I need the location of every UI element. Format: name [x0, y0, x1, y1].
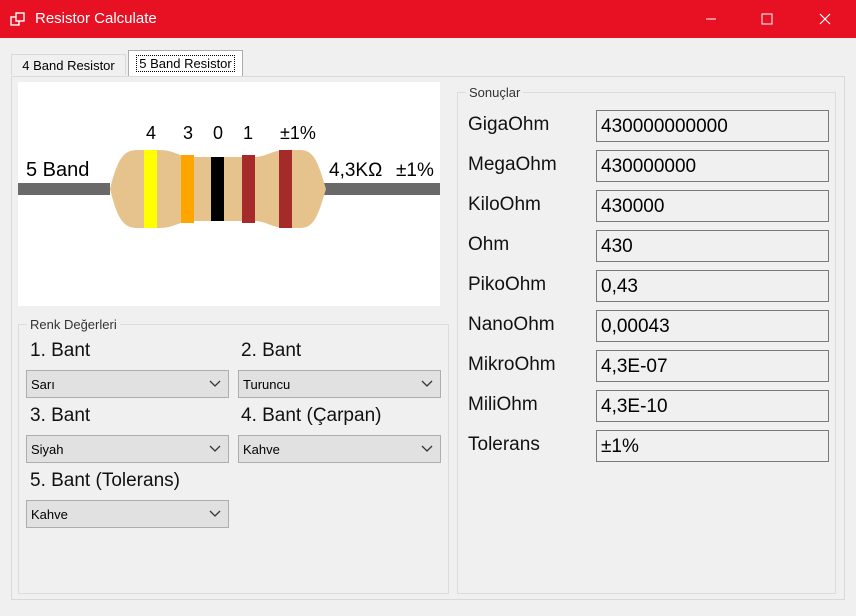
- result-field-mikroohm[interactable]: 4,3E-07: [596, 350, 829, 382]
- group-title: Renk Değerleri: [27, 317, 120, 332]
- chevron-down-icon: [209, 380, 221, 387]
- band-1-select[interactable]: Sarı: [26, 370, 229, 398]
- result-field-megaohm[interactable]: 430000000: [596, 150, 829, 182]
- tab-4-band-resistor[interactable]: 4 Band Resistor: [11, 54, 126, 75]
- window-title: Resistor Calculate: [35, 10, 157, 27]
- resistance-value-label: 4,3KΩ: [329, 160, 382, 181]
- chevron-down-icon: [209, 445, 221, 452]
- close-icon: [819, 13, 831, 25]
- band-5-select[interactable]: Kahve: [26, 500, 229, 528]
- band-4-label: 4. Bant (Çarpan): [241, 405, 382, 426]
- band-3: [211, 157, 224, 221]
- band-1-value: Sarı: [31, 377, 55, 392]
- right-lead: [324, 183, 440, 195]
- band-3-select[interactable]: Siyah: [26, 435, 229, 463]
- band-label-5: ±1%: [280, 123, 316, 143]
- app-icon: [10, 12, 25, 26]
- result-label-tolerans: Tolerans: [468, 434, 540, 455]
- maximize-icon: [761, 13, 773, 25]
- close-button[interactable]: [802, 0, 848, 38]
- result-label-megaohm: MegaOhm: [468, 154, 557, 175]
- band-3-value: Siyah: [31, 442, 64, 457]
- band-5: [279, 150, 292, 228]
- result-label-gigaohm: GigaOhm: [468, 114, 550, 135]
- tab-5-band-resistor[interactable]: 5 Band Resistor: [128, 50, 243, 76]
- result-label-ohm: Ohm: [468, 234, 510, 255]
- result-label-miliohm: MiliOhm: [468, 394, 538, 415]
- tolerance-value-label: ±1%: [396, 160, 434, 181]
- chevron-down-icon: [421, 380, 433, 387]
- result-field-pikoohm[interactable]: 0,43: [596, 270, 829, 302]
- result-field-tolerans[interactable]: ±1%: [596, 430, 829, 462]
- tab-label: 4 Band Resistor: [22, 57, 115, 73]
- band-4-select[interactable]: Kahve: [238, 435, 441, 463]
- left-lead: [18, 183, 110, 195]
- band-1: [144, 150, 157, 228]
- tab-label: 5 Band Resistor: [136, 55, 235, 72]
- result-label-pikoohm: PikoOhm: [468, 274, 547, 295]
- result-field-nanoohm[interactable]: 0,00043: [596, 310, 829, 342]
- resistor-diagram: 4 3 0 1 ±1% 5 Band 4,3KΩ ±1%: [18, 82, 440, 306]
- result-field-gigaohm[interactable]: 430000000000: [596, 110, 829, 142]
- band-label-2: 3: [183, 123, 193, 143]
- minimize-button[interactable]: [688, 0, 734, 38]
- result-label-kiloohm: KiloOhm: [468, 194, 541, 215]
- band-label-3: 0: [213, 123, 223, 143]
- group-title: Sonuçlar: [466, 85, 524, 100]
- band-4-value: Kahve: [243, 442, 280, 457]
- band-5-label: 5. Bant (Tolerans): [30, 470, 180, 491]
- resistor-drawing: 4 3 0 1 ±1% 5 Band 4,3KΩ ±1%: [18, 123, 440, 228]
- band-label-1: 4: [146, 123, 156, 143]
- result-field-miliohm[interactable]: 4,3E-10: [596, 390, 829, 422]
- band-2-label: 2. Bant: [241, 340, 302, 361]
- band-2: [181, 155, 194, 223]
- result-field-ohm[interactable]: 430: [596, 230, 829, 262]
- band-1-label: 1. Bant: [30, 340, 91, 361]
- minimize-icon: [706, 18, 716, 20]
- result-label-mikroohm: MikroOhm: [468, 354, 556, 375]
- band-5-value: Kahve: [31, 507, 68, 522]
- result-label-nanoohm: NanoOhm: [468, 314, 555, 335]
- maximize-button[interactable]: [744, 0, 790, 38]
- band-2-select[interactable]: Turuncu: [238, 370, 441, 398]
- band-4: [242, 155, 255, 223]
- band-count-label: 5 Band: [26, 159, 89, 181]
- result-field-kiloohm[interactable]: 430000: [596, 190, 829, 222]
- chevron-down-icon: [209, 510, 221, 517]
- chevron-down-icon: [421, 445, 433, 452]
- band-3-label: 3. Bant: [30, 405, 91, 426]
- band-label-4: 1: [243, 123, 253, 143]
- title-bar: Resistor Calculate: [0, 0, 856, 38]
- band-2-value: Turuncu: [243, 377, 291, 392]
